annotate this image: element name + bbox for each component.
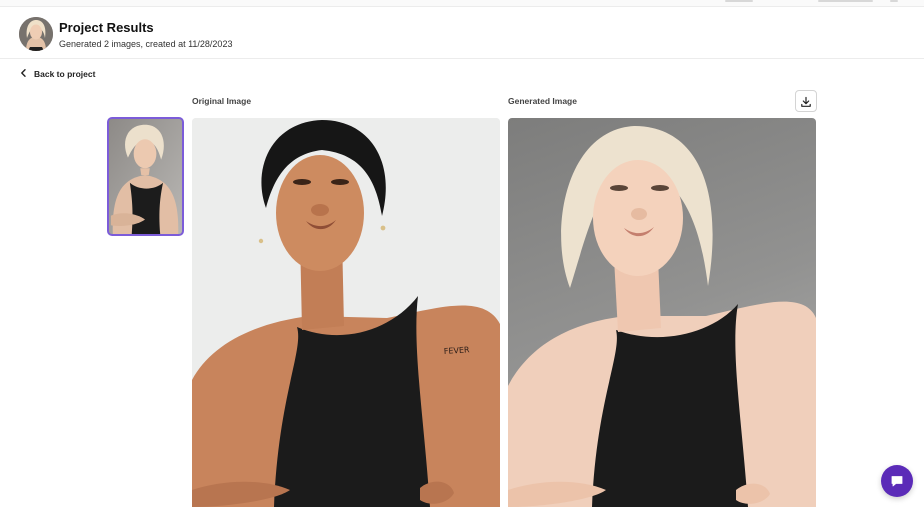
back-to-project-link[interactable]: Back to project: [20, 67, 95, 81]
chevron-left-icon: [20, 69, 27, 79]
page-title: Project Results: [59, 20, 154, 35]
top-strip-item: [890, 0, 898, 2]
page-subtitle: Generated 2 images, created at 11/28/202…: [59, 39, 233, 49]
top-strip-item: [725, 0, 753, 2]
project-avatar: [19, 17, 53, 51]
original-image-label: Original Image: [192, 96, 252, 106]
generated-image: [508, 118, 816, 507]
chat-bubble-icon: [890, 474, 904, 488]
top-strip: [0, 0, 924, 7]
generated-image-label: Generated Image: [508, 96, 577, 106]
download-button[interactable]: [795, 90, 817, 112]
original-image: FEVER: [192, 118, 500, 507]
back-label: Back to project: [34, 69, 96, 79]
download-icon: [800, 95, 812, 107]
chat-button[interactable]: [881, 465, 913, 497]
top-strip-item: [818, 0, 873, 2]
tattoo-text: FEVER: [444, 345, 471, 356]
page-header: Project Results Generated 2 images, crea…: [0, 7, 924, 59]
generated-thumbnail[interactable]: [107, 117, 184, 236]
